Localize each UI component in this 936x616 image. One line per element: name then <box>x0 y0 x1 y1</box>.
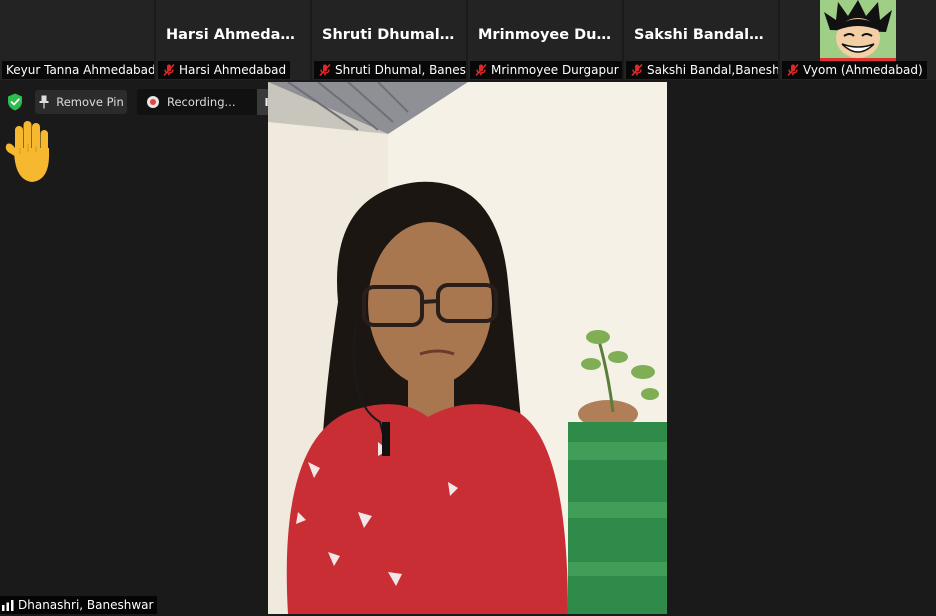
participant-name-tag: Mrinmoyee Durgapur <box>470 61 622 79</box>
participant-name-tag: Vyom (Ahmedabad) <box>782 61 927 79</box>
recording-label: Recording... <box>167 95 236 109</box>
participant-display-name: Sakshi Bandal,B... <box>634 27 778 43</box>
mic-muted-icon <box>631 63 643 77</box>
avatar <box>820 0 896 62</box>
participant-tile[interactable]: Shruti Dhumal,... Shruti Dhumal, Banes..… <box>312 0 467 80</box>
speaker-name-tag: Dhanashri, Baneshwar <box>0 596 158 614</box>
remove-pin-label: Remove Pin <box>56 95 124 109</box>
participant-display-name: Mrinmoyee Dur... <box>478 27 619 43</box>
recording-dot-icon <box>147 96 159 108</box>
participant-name: Sakshi Bandal,Banesh <box>647 63 779 77</box>
participant-display-name: Shruti Dhumal,... <box>322 27 462 43</box>
participant-name: Mrinmoyee Durgapur <box>491 63 619 77</box>
participant-strip: Keyur Tanna Ahmedabad Harsi Ahmedabad Ha… <box>0 0 936 80</box>
avatar-image <box>820 0 896 62</box>
participant-name: Vyom (Ahmedabad) <box>803 63 923 77</box>
meeting-window: Keyur Tanna Ahmedabad Harsi Ahmedabad Ha… <box>0 0 936 616</box>
speaker-name: Dhanashri, Baneshwar <box>18 598 154 612</box>
participant-name: Keyur Tanna Ahmedabad <box>6 63 155 77</box>
main-video[interactable] <box>268 82 667 614</box>
participant-tile[interactable]: Mrinmoyee Dur... Mrinmoyee Durgapur <box>468 0 623 80</box>
participant-name-tag: Keyur Tanna Ahmedabad <box>2 61 155 79</box>
participant-display-name: Harsi Ahmedabad <box>166 27 310 43</box>
participant-tile[interactable]: Sakshi Bandal,B... Sakshi Bandal,Banesh <box>624 0 779 80</box>
participant-name: Shruti Dhumal, Banes... <box>335 63 467 77</box>
speaker-video-feed <box>268 82 667 614</box>
participant-name: Harsi Ahmedabad <box>179 63 287 77</box>
mic-muted-icon <box>163 63 175 77</box>
participant-name-tag: Sakshi Bandal,Banesh <box>626 61 779 79</box>
participant-tile[interactable]: Harsi Ahmedabad Harsi Ahmedabad <box>156 0 311 80</box>
mic-muted-icon <box>475 63 487 77</box>
mic-muted-icon <box>319 63 331 77</box>
shield-check-icon[interactable] <box>5 92 25 112</box>
recording-status: Recording... <box>137 89 257 115</box>
mic-muted-icon <box>787 63 799 77</box>
pin-icon <box>39 95 49 109</box>
raised-hand-icon <box>5 121 50 182</box>
signal-bars-icon <box>2 599 14 611</box>
remove-pin-button[interactable]: Remove Pin <box>35 90 127 114</box>
participant-name-tag: Harsi Ahmedabad <box>158 61 291 79</box>
participant-tile[interactable]: Vyom (Ahmedabad) <box>780 0 936 80</box>
participant-name-tag: Shruti Dhumal, Banes... <box>314 61 467 79</box>
participant-tile[interactable]: Keyur Tanna Ahmedabad <box>0 0 155 80</box>
